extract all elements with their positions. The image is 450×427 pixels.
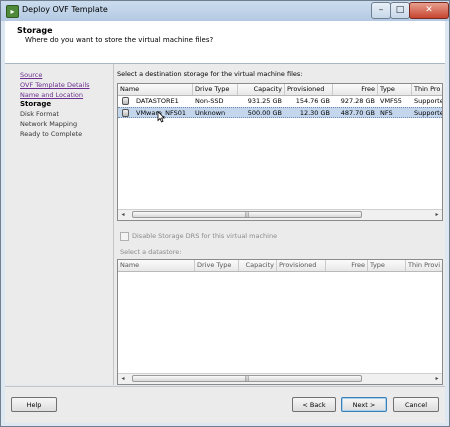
datastore-table: Name Drive Type Capacity Provisioned Fre…: [117, 259, 443, 385]
cell-drive-type: Non-SSD: [195, 97, 224, 105]
ds-column-header-provisioned: Provisioned: [277, 260, 326, 271]
storage-table-header: Name Drive Type Capacity Provisioned Fre…: [118, 84, 442, 96]
column-header-free[interactable]: Free: [333, 84, 378, 95]
grip-icon: |||: [244, 376, 250, 382]
scroll-right-icon[interactable]: ▸: [432, 374, 442, 384]
table-row-selected[interactable]: VMware_NFS01 Unknown 500.00 GB 12.30 GB …: [118, 107, 443, 118]
cell-free: 927.28 GB: [340, 97, 375, 105]
nav-item-source[interactable]: Source: [20, 71, 42, 79]
ds-column-header-drive-type: Drive Type: [195, 260, 239, 271]
app-icon: ▸: [6, 5, 19, 18]
deploy-ovf-window: ▸ Deploy OVF Template – □ ✕ Storage Wher…: [0, 0, 450, 427]
scroll-left-icon[interactable]: ◂: [118, 210, 128, 220]
minimize-button[interactable]: –: [371, 2, 391, 19]
cursor-icon: [157, 111, 165, 123]
title-bar: ▸ Deploy OVF Template – □ ✕: [1, 1, 449, 21]
ds-column-header-free: Free: [326, 260, 368, 271]
column-header-thin-provisioning[interactable]: Thin Pro: [412, 84, 442, 95]
nav-item-disk-format: Disk Format: [20, 110, 59, 118]
storage-table: Name Drive Type Capacity Provisioned Fre…: [117, 83, 443, 221]
ds-column-header-capacity: Capacity: [239, 260, 277, 271]
grip-icon: |||: [244, 212, 250, 218]
datastore-icon: [122, 97, 129, 105]
column-header-name[interactable]: Name: [118, 84, 193, 95]
scrollbar-thumb[interactable]: |||: [132, 375, 362, 382]
storage-instruction: Select a destination storage for the vir…: [117, 70, 303, 78]
datastore-icon: [122, 109, 129, 117]
select-datastore-label: Select a datastore:: [120, 248, 182, 256]
page-title: Storage: [17, 26, 53, 35]
nav-item-network-mapping: Network Mapping: [20, 120, 78, 128]
cell-thin-provisioning: Supporte: [414, 97, 443, 105]
ds-column-header-thin-provisioning: Thin Provi: [406, 260, 442, 271]
datastore-table-header: Name Drive Type Capacity Provisioned Fre…: [118, 260, 442, 272]
wizard-footer: Help < Back Next > Cancel: [5, 386, 445, 423]
page-subtitle: Where do you want to store the virtual m…: [25, 36, 214, 44]
wizard-nav: Source OVF Template Details Name and Loc…: [5, 64, 114, 385]
storage-table-hscrollbar[interactable]: ◂ ||| ▸: [118, 209, 442, 220]
nav-item-ready-to-complete: Ready to Complete: [20, 130, 83, 138]
maximize-button[interactable]: □: [390, 2, 410, 19]
disable-drs-label: Disable Storage DRS for this virtual mac…: [132, 232, 278, 240]
cell-capacity: 500.00 GB: [247, 109, 282, 117]
help-button[interactable]: Help: [11, 397, 57, 412]
ds-column-header-type: Type: [368, 260, 406, 271]
cell-thin-provisioning: Supporte: [414, 109, 443, 117]
cell-capacity: 931.25 GB: [247, 97, 282, 105]
column-header-provisioned[interactable]: Provisioned: [285, 84, 333, 95]
nav-item-ovf-template-details[interactable]: OVF Template Details: [20, 81, 90, 89]
window-title: Deploy OVF Template: [22, 5, 108, 14]
next-button[interactable]: Next >: [341, 397, 387, 412]
column-header-capacity[interactable]: Capacity: [238, 84, 285, 95]
ds-column-header-name: Name: [118, 260, 195, 271]
nav-item-name-and-location[interactable]: Name and Location: [20, 91, 83, 99]
column-header-drive-type[interactable]: Drive Type: [193, 84, 238, 95]
cell-type: VMFS5: [380, 97, 402, 105]
cancel-button[interactable]: Cancel: [393, 397, 439, 412]
close-button[interactable]: ✕: [409, 2, 449, 19]
wizard-content: Source OVF Template Details Name and Loc…: [5, 64, 445, 385]
back-button[interactable]: < Back: [292, 397, 336, 412]
nav-item-storage: Storage: [20, 100, 52, 108]
scroll-left-icon[interactable]: ◂: [118, 374, 128, 384]
cell-name: DATASTORE1: [136, 97, 179, 105]
cell-provisioned: 12.30 GB: [299, 109, 330, 117]
table-row[interactable]: DATASTORE1 Non-SSD 931.25 GB 154.76 GB 9…: [118, 96, 443, 107]
cell-drive-type: Unknown: [195, 109, 226, 117]
cell-type: NFS: [380, 109, 393, 117]
column-header-type[interactable]: Type: [378, 84, 412, 95]
scrollbar-thumb[interactable]: |||: [132, 211, 362, 218]
disable-drs-checkbox[interactable]: [120, 232, 129, 241]
wizard-header: Storage Where do you want to store the v…: [5, 21, 445, 64]
cell-free: 487.70 GB: [340, 109, 375, 117]
datastore-table-hscrollbar[interactable]: ◂ ||| ▸: [118, 373, 442, 384]
cell-provisioned: 154.76 GB: [295, 97, 330, 105]
scroll-right-icon[interactable]: ▸: [432, 210, 442, 220]
